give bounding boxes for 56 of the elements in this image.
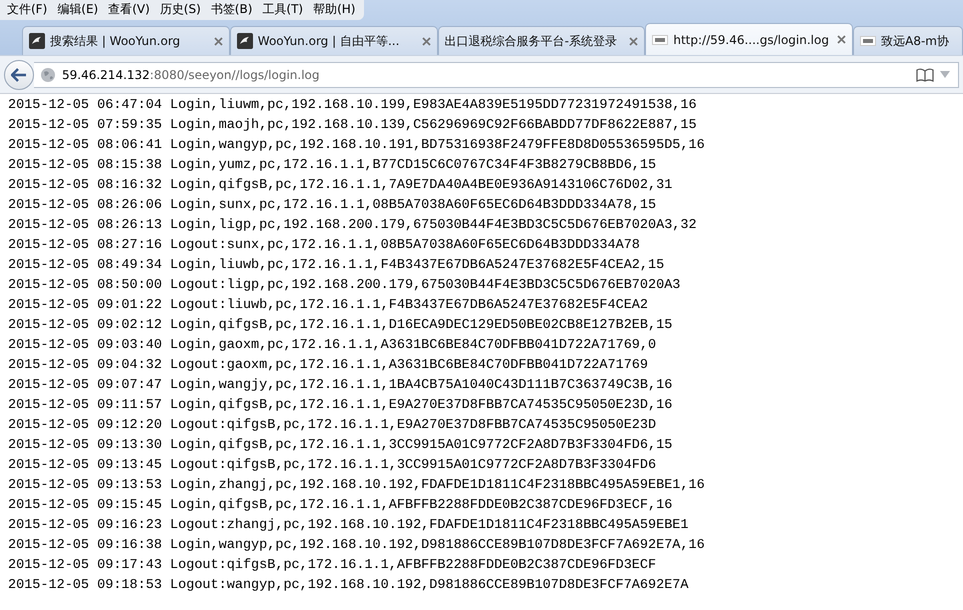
- log-line: 2015-12-05 08:06:41 Login,wangyp,pc,192.168.10.191,BD75316938F2479FFE8D8D05536595D5,16: [8, 137, 706, 155]
- browser-tab[interactable]: http://59.46....gs/login.log: [645, 23, 854, 55]
- log-line: 2015-12-05 09:11:57 Login,qifgsB,pc,172.16.1.1,E9A270E37D8FBB7CA74535C95050E23D,16: [8, 397, 674, 415]
- log-line: 2015-12-05 09:07:47 Login,wangjy,pc,172.16.1.1,1BA4CB75A1040C43D111B7C363749C3B,16: [8, 377, 674, 395]
- dropdown-icon[interactable]: [940, 71, 950, 78]
- browser-tab[interactable]: WooYun.org | 自由平等...: [230, 26, 438, 55]
- log-line: 2015-12-05 08:49:34 Login,liuwb,pc,172.16.1.1,F4B3437E67DB6A5247E37682E5F4CEA2,15: [8, 257, 666, 275]
- log-line: 2015-12-05 09:13:30 Login,qifgsB,pc,172.16.1.1,3CC9915A01C9772CF2A8D7B3F3304FD6,15: [8, 437, 674, 455]
- log-line: 2015-12-05 07:59:35 Login,maojh,pc,192.168.10.139,C56296969C92F66BABDD77DF8622E887,15: [8, 117, 698, 135]
- log-line: 2015-12-05 09:13:45 Logout:qifgsB,pc,172.16.1.1,3CC9915A01C9772CF2A8D7B3F3304FD6: [8, 457, 658, 475]
- log-line: 2015-12-05 08:16:32 Login,qifgsB,pc,172.16.1.1,7A9E7DA40A4BE0E936A9143106C76D02,31: [8, 177, 674, 195]
- close-icon[interactable]: [422, 36, 431, 46]
- log-line: 2015-12-05 08:26:13 Login,ligp,pc,192.168.200.179,675030B44F4E3BD3C5C5D676EB7020A3,32: [8, 217, 698, 235]
- page-icon: [860, 33, 876, 49]
- tab-title: 搜索结果 | WooYun.org: [50, 32, 182, 50]
- back-arrow-icon: [11, 68, 27, 82]
- close-icon[interactable]: [629, 36, 638, 46]
- back-button[interactable]: [4, 60, 34, 90]
- menu-item[interactable]: 帮助(H): [308, 1, 360, 18]
- log-line: 2015-12-05 06:47:04 Login,liuwm,pc,192.168.10.199,E983AE4A839E5195DD77231972491538,16: [8, 97, 698, 115]
- browser-tab[interactable]: 出口退税综合服务平台-系统登录: [438, 26, 646, 55]
- menu-item[interactable]: 书签(B): [206, 1, 258, 18]
- log-line: 2015-12-05 09:13:53 Login,zhangj,pc,192.168.10.192,FDAFDE1D1811C4F2318BBC495A59EBE1,16: [8, 477, 706, 495]
- log-line: 2015-12-05 08:26:06 Login,sunx,pc,172.16.1.1,08B5A7038A60F65EC6D64B3DDD334A78,15: [8, 197, 658, 215]
- menu-item[interactable]: 文件(F): [2, 1, 52, 18]
- log-line: 2015-12-05 09:16:38 Login,wangyp,pc,192.168.10.192,D981886CCE89B107D8DE3FCF7A692E7A,16: [8, 537, 706, 555]
- globe-icon: [40, 66, 56, 82]
- log-line: 2015-12-05 09:16:23 Logout:zhangj,pc,192.168.10.192,FDAFDE1D1811C4F2318BBC495A59EBE1: [8, 517, 690, 535]
- log-line: 2015-12-05 09:03:40 Login,gaoxm,pc,172.16.1.1,A3631BC6BE84C70DFBB041D722A71769,0: [8, 337, 658, 355]
- bird-logo-icon: [29, 33, 45, 49]
- tab-title: 致远A8-m协: [881, 32, 950, 50]
- bird-logo-icon: [236, 33, 253, 49]
- log-line: 2015-12-05 09:17:43 Logout:qifgsB,pc,172.16.1.1,AFBFFB2288FDDE0B2C387CDE96FD3ECF: [8, 557, 658, 575]
- tab-title: 出口退税综合服务平台-系统登录: [444, 32, 618, 50]
- log-line: 2015-12-05 09:02:12 Login,qifgsB,pc,172.16.1.1,D16ECA9DEC129ED50BE02CB8E127B2EB,15: [8, 317, 674, 335]
- log-line: 2015-12-05 09:15:45 Login,qifgsB,pc,172.16.1.1,AFBFFB2288FDDE0B2C387CDE96FD3ECF,16: [8, 497, 674, 515]
- menu-item[interactable]: 工具(T): [257, 1, 308, 18]
- url-text: 59.46.214.132:8080/seeyon//logs/login.log: [62, 68, 320, 82]
- close-icon[interactable]: [837, 35, 846, 44]
- menu-item[interactable]: 编辑(E): [52, 1, 104, 18]
- log-line: 2015-12-05 08:15:38 Login,yumz,pc,172.16.1.1,B77CD15C6C0767C34F4F3B8279CB8BD6,15: [8, 157, 658, 175]
- close-icon[interactable]: [214, 36, 223, 46]
- log-line: 2015-12-05 08:27:16 Logout:sunx,pc,172.16.1.1,08B5A7038A60F65EC6D64B3DDD334A78: [8, 237, 641, 255]
- tab-title: http://59.46....gs/login.log: [673, 32, 830, 46]
- browser-tab[interactable]: 搜索结果 | WooYun.org: [22, 26, 230, 55]
- log-line: 2015-12-05 09:18:53 Logout:wangyp,pc,192.168.10.192,D981886CCE89B107D8DE3FCF7A692E7A: [8, 577, 690, 595]
- address-field[interactable]: 59.46.214.132:8080/seeyon//logs/login.log: [34, 62, 959, 88]
- log-line: 2015-12-05 09:01:22 Logout:liuwb,pc,172.16.1.1,F4B3437E67DB6A5247E37682E5F4CEA2: [8, 297, 650, 315]
- tab-title: WooYun.org | 自由平等...: [258, 32, 400, 50]
- menu-item[interactable]: 查看(V): [103, 1, 155, 18]
- book-icon[interactable]: [916, 68, 934, 82]
- log-line: 2015-12-05 08:50:00 Logout:ligp,pc,192.168.200.179,675030B44F4E3BD3C5C5D676EB7020A3: [8, 277, 682, 295]
- menu-item[interactable]: 历史(S): [154, 1, 206, 18]
- log-line: 2015-12-05 09:04:32 Logout:gaoxm,pc,172.16.1.1,A3631BC6BE84C70DFBB041D722A71769: [8, 357, 650, 375]
- browser-tab[interactable]: 致远A8-m协: [853, 26, 963, 55]
- log-line: 2015-12-05 09:12:20 Logout:qifgsB,pc,172.16.1.1,E9A270E37D8FBB7CA74535C95050E23D: [8, 417, 658, 435]
